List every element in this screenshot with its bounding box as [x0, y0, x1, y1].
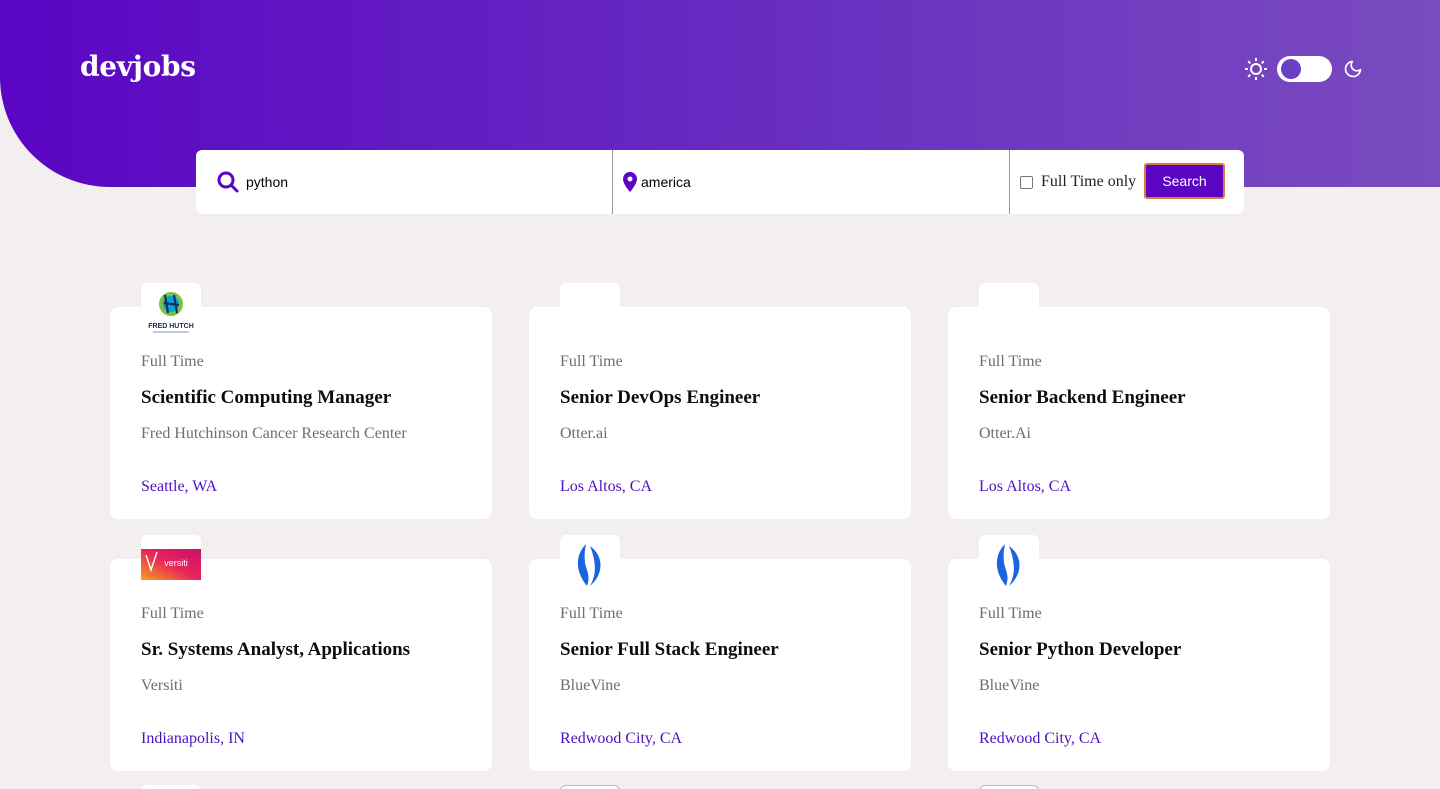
job-title[interactable]: Sr. Systems Analyst, Applications [141, 639, 410, 661]
location-input[interactable] [641, 170, 941, 194]
keyword-field [196, 150, 613, 214]
job-title[interactable]: Senior DevOps Engineer [560, 387, 760, 409]
company-name: Fred Hutchinson Cancer Research Center [141, 425, 407, 442]
bluevine-logo [560, 535, 620, 595]
company-name: BlueVine [560, 677, 621, 694]
job-card[interactable]: Full Time Senior DevOps Engineer Otter.a… [529, 283, 911, 519]
location-field [613, 150, 1010, 214]
location-pin-icon [623, 172, 637, 192]
job-type: Full Time [141, 353, 204, 370]
job-location: Los Altos, CA [979, 478, 1072, 495]
job-type: Full Time [141, 605, 204, 622]
versiti-logo: versiti [141, 535, 201, 595]
full-time-label[interactable]: Full Time only [1041, 173, 1136, 191]
next-card-logo [979, 785, 1039, 789]
sun-icon [1245, 58, 1267, 80]
job-type: Full Time [979, 605, 1042, 622]
search-bar: Full Time only Search [196, 150, 1244, 214]
company-name: Otter.ai [560, 425, 608, 442]
job-type: Full Time [560, 605, 623, 622]
job-type: Full Time [560, 353, 623, 370]
job-title[interactable]: Senior Backend Engineer [979, 387, 1186, 409]
theme-switch-knob [1281, 59, 1301, 79]
full-time-checkbox[interactable] [1020, 175, 1033, 189]
search-icon [217, 171, 239, 193]
job-location: Redwood City, CA [979, 730, 1102, 747]
job-location: Seattle, WA [141, 478, 218, 495]
job-title[interactable]: Senior Full Stack Engineer [560, 639, 779, 661]
company-name: Versiti [141, 677, 183, 694]
job-card[interactable]: FRED HUTCH Full Time Scientific Computin… [110, 283, 492, 519]
company-name: BlueVine [979, 677, 1040, 694]
search-button[interactable]: Search [1144, 163, 1225, 199]
company-name: Otter.Ai [979, 425, 1031, 442]
job-title[interactable]: Senior Python Developer [979, 639, 1181, 661]
job-title[interactable]: Scientific Computing Manager [141, 387, 391, 409]
bluevine-logo [979, 535, 1039, 595]
moon-icon [1344, 60, 1362, 78]
job-location: Los Altos, CA [560, 478, 653, 495]
job-card[interactable]: Full Time Senior Python Developer BlueVi… [948, 535, 1330, 771]
job-location: Indianapolis, IN [141, 730, 245, 747]
job-location: Redwood City, CA [560, 730, 683, 747]
job-card[interactable]: Full Time Senior Full Stack Engineer Blu… [529, 535, 911, 771]
next-card-logo [141, 785, 201, 789]
fred-hutch-logo: FRED HUTCH [141, 283, 201, 343]
job-card[interactable]: Full Time Senior Backend Engineer Otter.… [948, 283, 1330, 519]
job-card[interactable]: versiti Full Time Sr. Systems Analyst, A… [110, 535, 492, 771]
svg-text:versiti: versiti [164, 558, 188, 568]
otter-logo [560, 283, 620, 343]
next-card-logo [560, 785, 620, 789]
filter-field: Full Time only Search [1010, 150, 1244, 214]
keyword-input[interactable] [246, 170, 546, 194]
theme-switch[interactable] [1277, 56, 1332, 82]
svg-text:FRED HUTCH: FRED HUTCH [148, 323, 194, 330]
job-type: Full Time [979, 353, 1042, 370]
site-logo[interactable]: devjobs [80, 50, 196, 83]
otter-logo [979, 283, 1039, 343]
theme-toggle-group [1244, 56, 1363, 82]
